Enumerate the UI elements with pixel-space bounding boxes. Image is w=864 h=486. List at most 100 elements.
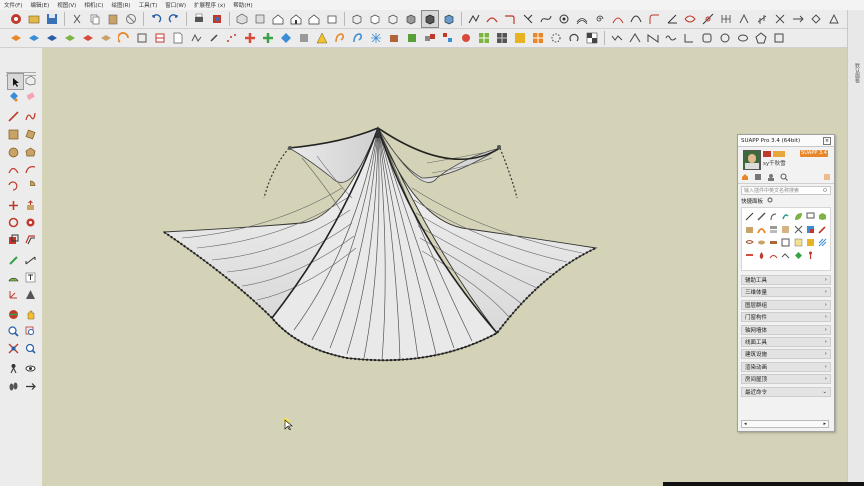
monochrome-icon[interactable] — [441, 11, 457, 27]
look-around-icon[interactable] — [23, 361, 38, 376]
move-icon[interactable] — [6, 198, 21, 213]
connect-icon[interactable] — [736, 11, 752, 27]
pin-icon[interactable] — [805, 249, 816, 261]
suapp-title-bar[interactable]: SUAPP Pro 3.4 (64bit) × — [738, 135, 834, 147]
xray-icon[interactable] — [349, 11, 365, 27]
crossing-icon[interactable] — [627, 30, 643, 46]
category-item[interactable]: 线面工具 › — [741, 336, 831, 347]
green-cube-icon[interactable] — [817, 210, 828, 222]
ellipse-icon[interactable] — [735, 30, 751, 46]
right-view-icon[interactable] — [288, 11, 304, 27]
dots-curve-icon[interactable] — [224, 30, 240, 46]
left-view-icon[interactable] — [324, 11, 340, 27]
rect-grid-icon[interactable] — [152, 30, 168, 46]
frame-icon[interactable] — [134, 30, 150, 46]
n-curve-icon[interactable] — [645, 30, 661, 46]
green-diamond-icon[interactable] — [793, 249, 804, 261]
unfold-icon[interactable] — [826, 11, 842, 27]
blue-layer-icon[interactable] — [26, 30, 42, 46]
extend-icon[interactable] — [790, 11, 806, 27]
wood-icon[interactable] — [768, 236, 779, 248]
text-icon[interactable] — [23, 270, 38, 285]
zoom-extents-icon[interactable] — [6, 341, 21, 356]
section-plane-icon[interactable] — [23, 379, 38, 394]
close-icon[interactable]: × — [823, 136, 831, 145]
warning-icon[interactable] — [314, 30, 330, 46]
rectangle-icon[interactable] — [6, 127, 21, 142]
red-plus-icon[interactable] — [242, 30, 258, 46]
gold-box-icon[interactable] — [805, 236, 816, 248]
ribbon-icon[interactable] — [744, 249, 755, 261]
bridge-icon[interactable] — [768, 249, 779, 261]
paste-icon[interactable] — [105, 11, 121, 27]
arc-icon[interactable] — [6, 162, 21, 177]
hook-icon[interactable] — [768, 210, 779, 222]
box-tool-icon[interactable] — [744, 223, 755, 235]
axes-icon[interactable] — [6, 287, 21, 302]
curve-split-icon[interactable] — [610, 11, 626, 27]
two-point-arc-icon[interactable] — [23, 162, 38, 177]
tiles-icon[interactable] — [440, 30, 456, 46]
yellow-sheet-icon[interactable] — [793, 236, 804, 248]
menu-camera[interactable]: 相机(C) — [80, 1, 107, 9]
link-icon[interactable] — [206, 30, 222, 46]
save-icon[interactable] — [44, 11, 60, 27]
previous-view-icon[interactable] — [23, 341, 38, 356]
orange-arc-icon[interactable] — [756, 223, 767, 235]
curl-orange-icon[interactable] — [332, 30, 348, 46]
ring-icon[interactable] — [566, 30, 582, 46]
mesh-icon[interactable] — [793, 223, 804, 235]
wave-icon[interactable] — [663, 30, 679, 46]
orbit-icon[interactable] — [6, 307, 21, 322]
quick-panel-header[interactable]: 快捷面板 — [741, 197, 831, 205]
dark-grid-icon[interactable] — [494, 30, 510, 46]
teal-curl-icon[interactable] — [780, 210, 791, 222]
rotate-copy-icon[interactable] — [808, 11, 824, 27]
user-icon[interactable] — [767, 173, 775, 181]
snowflake-icon[interactable] — [368, 30, 384, 46]
menu-view[interactable]: 视图(V) — [53, 1, 80, 9]
frame-square-icon[interactable] — [771, 30, 787, 46]
poly-line-icon[interactable] — [466, 11, 482, 27]
rotate-icon[interactable] — [6, 215, 21, 230]
page-icon[interactable] — [170, 30, 186, 46]
pan-icon[interactable] — [23, 307, 38, 322]
push-pull-icon[interactable] — [23, 198, 38, 213]
3d-text-icon[interactable] — [23, 287, 38, 302]
pro-button[interactable]: SUAPP 3.4 — [800, 150, 828, 157]
stack-icon[interactable] — [768, 223, 779, 235]
pot-icon[interactable] — [386, 30, 402, 46]
zigzag-icon[interactable] — [609, 30, 625, 46]
avatar[interactable] — [743, 150, 761, 170]
disk-icon[interactable] — [756, 236, 767, 248]
top-view-icon[interactable] — [252, 11, 268, 27]
drop-icon[interactable] — [756, 249, 767, 261]
link-chain-icon[interactable] — [780, 249, 791, 261]
corner-line-icon[interactable] — [681, 30, 697, 46]
cube-pair-icon[interactable] — [422, 30, 438, 46]
bezier-icon[interactable] — [538, 11, 554, 27]
tangent-icon[interactable] — [700, 11, 716, 27]
category-item[interactable]: 轴网墙体 › — [741, 324, 831, 335]
divide-icon[interactable] — [754, 11, 770, 27]
fillet-icon[interactable] — [502, 11, 518, 27]
redo-icon[interactable] — [166, 11, 182, 27]
menu-help[interactable]: 帮助(H) — [229, 1, 256, 9]
menu-extensions[interactable]: 扩展程序 (x) — [190, 1, 229, 9]
category-item[interactable]: 图层群组 › — [741, 299, 831, 310]
red-sphere-icon[interactable] — [458, 30, 474, 46]
mirror-icon[interactable] — [772, 11, 788, 27]
panel-horizontal-scrollbar[interactable]: ◂ ▸ — [741, 420, 829, 428]
component-icon[interactable] — [23, 73, 38, 88]
position-camera-icon[interactable] — [6, 361, 21, 376]
blue-puzzle-icon[interactable] — [278, 30, 294, 46]
three-point-arc-icon[interactable] — [6, 178, 21, 193]
polygon-icon[interactable] — [753, 30, 769, 46]
copy-icon[interactable] — [87, 11, 103, 27]
scroll-left-icon[interactable]: ◂ — [744, 421, 747, 427]
arc-tool-icon[interactable] — [484, 11, 500, 27]
orange-grid-icon[interactable] — [530, 30, 546, 46]
plugin-search-input[interactable]: 输入插件中英文名称搜索 — [741, 186, 831, 195]
curve-loft-icon[interactable] — [682, 11, 698, 27]
erase-icon[interactable] — [123, 11, 139, 27]
